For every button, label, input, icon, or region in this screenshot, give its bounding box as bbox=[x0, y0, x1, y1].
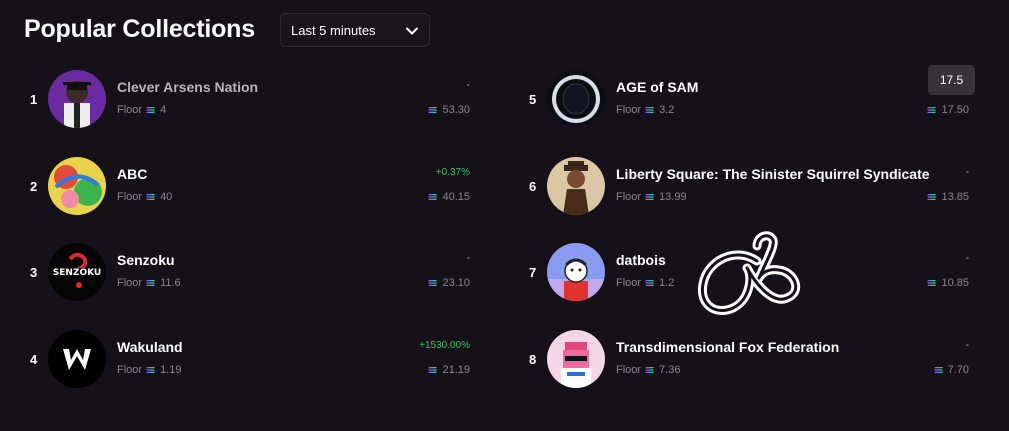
collection-change: - bbox=[965, 253, 969, 264]
page-title: Popular Collections bbox=[24, 15, 255, 43]
collection-name[interactable]: ABC bbox=[117, 166, 147, 182]
svg-text:SENZOKU: SENZOKU bbox=[53, 268, 101, 278]
solana-icon bbox=[645, 280, 655, 286]
collection-volume: 40.15 bbox=[428, 191, 470, 203]
collection-rank: 2 bbox=[30, 178, 38, 194]
cartoon-boy-avatar bbox=[547, 243, 605, 301]
solana-icon bbox=[645, 367, 655, 373]
solana-icon bbox=[428, 280, 438, 286]
solana-icon bbox=[645, 194, 655, 200]
solana-icon bbox=[933, 367, 943, 373]
solana-icon bbox=[146, 367, 156, 373]
collection-row[interactable]: 4 Wakuland Floor 1.19 +1530.00% 21.19 bbox=[30, 329, 470, 389]
collection-name[interactable]: Senzoku bbox=[117, 252, 175, 268]
collection-floor: Floor 7.36 bbox=[616, 364, 681, 376]
collection-rank: 6 bbox=[529, 178, 537, 194]
collection-floor: Floor 40 bbox=[117, 191, 173, 203]
collection-row[interactable]: 1 Clever Arsens Nation Floor 4 - 53.30 bbox=[30, 69, 470, 129]
collection-floor: Floor 1.2 bbox=[616, 277, 675, 289]
collection-rank: 8 bbox=[529, 351, 537, 367]
collection-name[interactable]: Transdimensional Fox Federation bbox=[616, 339, 839, 355]
timeframe-dropdown-label: Last 5 minutes bbox=[291, 22, 376, 38]
solana-icon bbox=[146, 107, 156, 113]
scribble-annotation bbox=[697, 231, 801, 315]
collection-floor: Floor 3.2 bbox=[616, 104, 675, 116]
collection-change: +0.37% bbox=[435, 167, 470, 178]
collection-name[interactable]: AGE of SAM bbox=[616, 79, 698, 95]
solana-icon bbox=[645, 107, 655, 113]
collection-floor: Floor 11.6 bbox=[117, 277, 181, 289]
collection-row[interactable]: 3 SENZOKU Senzoku Floor 11.6 - 23.10 bbox=[30, 242, 470, 302]
solana-icon bbox=[428, 367, 438, 373]
collection-row[interactable]: 5 AGE of SAM Floor 3.2 17.50 bbox=[529, 69, 969, 129]
collection-volume: 10.85 bbox=[927, 277, 969, 289]
collection-volume: 7.70 bbox=[933, 364, 969, 376]
solana-icon bbox=[428, 194, 438, 200]
collection-rank: 7 bbox=[529, 264, 537, 280]
collection-change: - bbox=[466, 80, 470, 91]
collection-volume: 17.50 bbox=[927, 104, 969, 116]
collection-row[interactable]: 8 Transdimensional Fox Federation Floor … bbox=[529, 329, 969, 389]
collection-floor: Floor 4 bbox=[117, 104, 167, 116]
collection-rank: 4 bbox=[30, 351, 38, 367]
collection-volume: 23.10 bbox=[428, 277, 470, 289]
collection-change: +1530.00% bbox=[419, 340, 470, 351]
solana-icon bbox=[146, 194, 156, 200]
collection-volume: 21.19 bbox=[428, 364, 470, 376]
squirrel-avatar bbox=[547, 157, 605, 215]
solana-icon bbox=[927, 194, 937, 200]
solana-icon bbox=[927, 107, 937, 113]
collection-volume: 53.30 bbox=[428, 104, 470, 116]
collection-rank: 3 bbox=[30, 264, 38, 280]
collection-row[interactable]: 6 Liberty Square: The Sinister Squirrel … bbox=[529, 156, 969, 216]
collection-change: - bbox=[466, 253, 470, 264]
collection-row[interactable]: 2 ABC Floor 40 +0.37% 40.15 bbox=[30, 156, 470, 216]
solana-icon bbox=[146, 280, 156, 286]
collection-floor: Floor 13.99 bbox=[616, 191, 687, 203]
collection-change: - bbox=[965, 340, 969, 351]
pixel-fox-avatar bbox=[547, 330, 605, 388]
collection-name[interactable]: Liberty Square: The Sinister Squirrel Sy… bbox=[616, 166, 930, 182]
chart-tooltip: 17.5 bbox=[928, 65, 975, 95]
helmet-avatar bbox=[547, 70, 605, 128]
collection-name[interactable]: datbois bbox=[616, 252, 666, 268]
colorful-art-avatar bbox=[48, 157, 106, 215]
collection-name[interactable]: Wakuland bbox=[117, 339, 183, 355]
collection-name[interactable]: Clever Arsens Nation bbox=[117, 79, 258, 95]
wakuland-w-avatar bbox=[48, 330, 106, 388]
collection-rank: 5 bbox=[529, 91, 537, 107]
timeframe-dropdown[interactable]: Last 5 minutes bbox=[280, 13, 430, 47]
collection-change: - bbox=[965, 167, 969, 178]
solana-icon bbox=[428, 107, 438, 113]
hooded-figure-avatar bbox=[48, 70, 106, 128]
collection-rank: 1 bbox=[30, 91, 38, 107]
solana-icon bbox=[927, 280, 937, 286]
chevron-down-icon bbox=[406, 27, 418, 35]
collection-volume: 13.85 bbox=[927, 191, 969, 203]
collection-floor: Floor 1.19 bbox=[117, 364, 182, 376]
senzoku-logo-avatar: SENZOKU bbox=[48, 243, 106, 301]
